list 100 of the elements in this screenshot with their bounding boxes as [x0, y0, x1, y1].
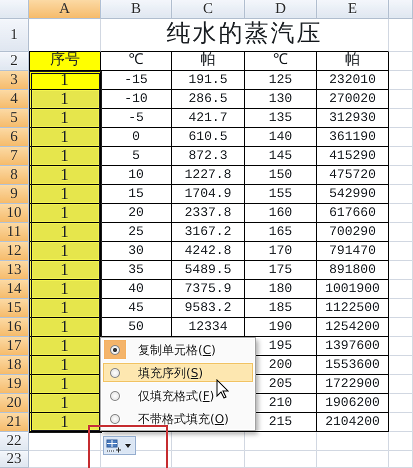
- column-heading-cell: 帕: [317, 52, 389, 71]
- table-cell: 1: [29, 185, 101, 204]
- row-header[interactable]: 7: [0, 147, 29, 166]
- row-header[interactable]: 5: [0, 109, 29, 128]
- row-header[interactable]: 23: [0, 451, 29, 468]
- table-cell: 5489.5: [172, 261, 245, 280]
- menu-item[interactable]: 填充序列(S): [103, 363, 253, 382]
- row-header[interactable]: 16: [0, 318, 29, 337]
- table-cell: 185: [245, 299, 317, 318]
- table-cell: 45: [101, 299, 172, 318]
- table-cell: 7375.9: [172, 280, 245, 299]
- table-cell: 415290: [317, 147, 389, 166]
- empty-cell: [389, 451, 413, 468]
- table-cell: 155: [245, 185, 317, 204]
- table-cell: 145: [245, 147, 317, 166]
- row-header[interactable]: 14: [0, 280, 29, 299]
- empty-cell: [389, 109, 413, 128]
- empty-cell: [389, 147, 413, 166]
- column-heading-cell: 帕: [172, 52, 245, 71]
- table-cell: 421.7: [172, 109, 245, 128]
- row-header[interactable]: 18: [0, 356, 29, 375]
- column-header[interactable]: B: [101, 0, 172, 19]
- table-cell: 3167.2: [172, 223, 245, 242]
- row-header[interactable]: 1: [0, 19, 29, 52]
- table-cell: 617660: [317, 204, 389, 223]
- row-header[interactable]: 4: [0, 90, 29, 109]
- table-cell: 40: [101, 280, 172, 299]
- row-header[interactable]: 2: [0, 52, 29, 71]
- table-cell: 180: [245, 280, 317, 299]
- menu-item-label: 填充序列(S): [138, 364, 203, 382]
- row-header[interactable]: 20: [0, 394, 29, 413]
- table-cell: 475720: [317, 166, 389, 185]
- table-cell: 175: [245, 261, 317, 280]
- row-header[interactable]: 21: [0, 413, 29, 432]
- table-cell: 1: [29, 356, 101, 375]
- empty-cell: [389, 185, 413, 204]
- autofill-options-button[interactable]: [103, 436, 136, 455]
- empty-cell: [389, 166, 413, 185]
- table-cell: 1227.8: [172, 166, 245, 185]
- radio-button[interactable]: [110, 414, 120, 424]
- table-cell: -5: [101, 109, 172, 128]
- row-header[interactable]: 17: [0, 337, 29, 356]
- caret-icon: [125, 444, 131, 448]
- row-header[interactable]: 12: [0, 242, 29, 261]
- empty-cell: [389, 261, 413, 280]
- table-cell: 1122500: [317, 299, 389, 318]
- empty-cell: [389, 280, 413, 299]
- empty-cell: [389, 413, 413, 432]
- row-header[interactable]: 8: [0, 166, 29, 185]
- table-cell: 170: [245, 242, 317, 261]
- column-header[interactable]: C: [172, 0, 245, 19]
- radio-button[interactable]: [110, 344, 120, 354]
- table-cell: 312930: [317, 109, 389, 128]
- table-cell: 1: [29, 204, 101, 223]
- table-cell: 2104200: [317, 413, 389, 432]
- table-cell: 891800: [317, 261, 389, 280]
- empty-cell: [389, 394, 413, 413]
- column-header[interactable]: E: [317, 0, 389, 19]
- row-header[interactable]: 3: [0, 71, 29, 90]
- table-cell: 2337.8: [172, 204, 245, 223]
- row-header[interactable]: 19: [0, 375, 29, 394]
- row-header[interactable]: 10: [0, 204, 29, 223]
- table-cell: 15: [101, 185, 172, 204]
- column-header[interactable]: D: [245, 0, 317, 19]
- table-cell: 700290: [317, 223, 389, 242]
- table-cell: 1: [29, 299, 101, 318]
- row-header[interactable]: 6: [0, 128, 29, 147]
- empty-cell: [389, 242, 413, 261]
- radio-button[interactable]: [110, 368, 120, 378]
- table-cell: 20: [101, 204, 172, 223]
- empty-cell: [389, 432, 413, 451]
- table-cell: 10: [101, 166, 172, 185]
- table-cell: 232010: [317, 71, 389, 90]
- row-header[interactable]: 11: [0, 223, 29, 242]
- table-cell: 30: [101, 242, 172, 261]
- table-cell: 1: [29, 242, 101, 261]
- column-heading-cell: ℃: [245, 52, 317, 71]
- empty-cell: [389, 128, 413, 147]
- row-header[interactable]: 9: [0, 185, 29, 204]
- table-cell: 1: [29, 375, 101, 394]
- table-cell: 5: [101, 147, 172, 166]
- row-header[interactable]: 22: [0, 432, 29, 451]
- sheet-title: 纯水的蒸汽压: [101, 19, 389, 52]
- row-header[interactable]: 13: [0, 261, 29, 280]
- column-heading-cell: 序号: [29, 52, 101, 71]
- table-cell: 1: [29, 109, 101, 128]
- table-cell: 1: [29, 261, 101, 280]
- table-cell: 286.5: [172, 90, 245, 109]
- table-cell: 150: [245, 166, 317, 185]
- table-cell: 130: [245, 90, 317, 109]
- table-cell: -10: [101, 90, 172, 109]
- empty-cell: [389, 223, 413, 242]
- table-cell: 125: [245, 71, 317, 90]
- table-cell: 1: [29, 90, 101, 109]
- column-header[interactable]: A: [29, 0, 101, 19]
- table-cell: 1: [29, 394, 101, 413]
- empty-cell: [389, 71, 413, 90]
- row-header[interactable]: 15: [0, 299, 29, 318]
- table-cell: 1553600: [317, 356, 389, 375]
- radio-button[interactable]: [110, 390, 120, 400]
